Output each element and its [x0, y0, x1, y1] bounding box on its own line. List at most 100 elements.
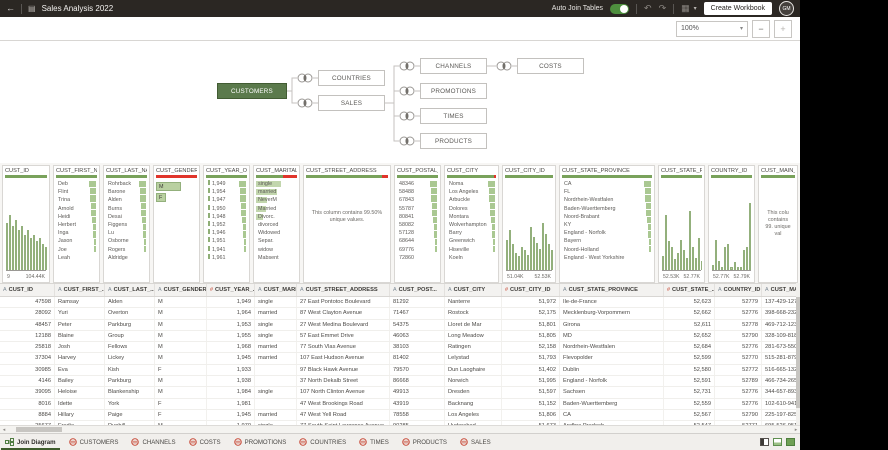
tab-join-diagram[interactable]: Join Diagram [1, 434, 60, 450]
diagram-node-channels[interactable]: CHANNELS [420, 58, 487, 74]
column-header-cust-gender[interactable]: A CUST_GENDER [155, 284, 207, 296]
create-workbook-button[interactable]: Create Workbook [703, 2, 772, 15]
profile-card-cust-state-province[interactable]: CUST_STATE_PROVINCE CA FL Nordrhein-Westfal… [559, 165, 655, 283]
table-row[interactable]: 8016 Idette York F 1,981 47 West Brookings Ro… [0, 398, 796, 410]
column-header-cust-first[interactable]: A CUST_FIRST_... [55, 284, 105, 296]
table-row[interactable]: 4146 Bailey Parkburg M 1,938 37 North Dekalb … [0, 376, 796, 388]
join-icon-channels-costs[interactable] [496, 61, 512, 71]
profile-card-cust-year-of[interactable]: CUST_YEAR_OF_...1,9491,9541,9471,9501,94… [203, 165, 250, 283]
table-cell: 51,805 [502, 330, 560, 342]
profile-card-cust-city-id[interactable]: CUST_CITY_ID 51.04K 52.53K [502, 165, 556, 283]
data-view-icon[interactable] [786, 438, 795, 446]
table-cell: Nanterre [445, 297, 502, 308]
undo-icon[interactable]: ↶ [644, 3, 652, 14]
profile-card-title: CUST_CITY_ID [505, 168, 545, 174]
scroll-left-icon[interactable]: ◂ [0, 427, 8, 433]
column-header-cust-city-id[interactable]: # CUST_CITY_ID [502, 284, 560, 296]
table-row[interactable]: 28092 Yuri Overton M 1,964 married 87 West Cla… [0, 308, 796, 320]
vertical-scrollbar[interactable] [796, 283, 800, 425]
column-header-cust-city[interactable]: A CUST_CITY [445, 284, 502, 296]
vertical-scrollbar-thumb[interactable] [796, 297, 800, 408]
list-value: Married [256, 205, 297, 213]
profile-card-cust-state-pr[interactable]: CUST_STATE_PR... 52.53K52.77K [658, 165, 705, 283]
zoom-out-button[interactable]: − [752, 19, 770, 38]
profile-card-cust-postal[interactable]: CUST_POSTAL_... 48346 58488678435578780841… [394, 165, 441, 283]
diagram-node-promotions[interactable]: PROMOTIONS [420, 83, 487, 99]
diagram-view-icon[interactable] [773, 438, 782, 446]
back-icon[interactable]: ← [6, 0, 15, 17]
join-icon-sales-times[interactable] [399, 111, 415, 121]
histogram [506, 194, 553, 271]
tab-customers[interactable]: CUSTOMERS [68, 434, 118, 450]
profile-card-country-id[interactable]: COUNTRY_ID 52.77K 52.79K [708, 165, 755, 283]
profile-card-cust-main[interactable]: CUST_MAIN_ This colu contains 99. unique … [758, 165, 798, 283]
tab-promotions[interactable]: PROMOTIONS [233, 434, 286, 450]
table-row[interactable]: 37304 Harvey Lickey M 1,945 married 107 East H… [0, 353, 796, 365]
save-dropdown-caret[interactable]: ▾ [694, 5, 697, 12]
redo-icon[interactable]: ↷ [659, 3, 667, 14]
tab-countries[interactable]: COUNTRIES [299, 434, 346, 450]
join-icon-customers-sales[interactable] [297, 98, 313, 108]
tab-label: Join Diagram [17, 438, 56, 446]
funnel-bar [143, 238, 146, 245]
profile-card-cust-last-na[interactable]: CUST_LAST_NA... Rohrback BaroneAldenBurnsD… [103, 165, 150, 283]
column-header-cust-state[interactable]: # CUST_STATE_... [664, 284, 715, 296]
profile-card-cust-id[interactable]: CUST_ID 9 104.44K [2, 165, 50, 283]
diagram-node-times[interactable]: TIMES [420, 108, 487, 124]
horizontal-scrollbar[interactable]: ◂ ▸ [0, 425, 800, 433]
join-icon-sales-channels[interactable] [399, 61, 415, 71]
diagram-node-countries[interactable]: COUNTRIES [318, 70, 385, 86]
column-header-cust-marit[interactable]: ACUST_MARIT... [255, 284, 297, 296]
join-icon-sales-products[interactable] [399, 136, 415, 146]
value-text: 1,941 [212, 246, 226, 253]
scroll-right-icon[interactable]: ▸ [792, 427, 800, 433]
list-value: divorced [256, 221, 297, 229]
value-text: Flint [58, 189, 69, 196]
split-view-icon[interactable] [760, 438, 769, 446]
table-row[interactable]: 39095 Heloise Blankenship M 1,984 single 107 N… [0, 387, 796, 399]
list-value: Widowed [256, 229, 297, 237]
profile-card-cust-street-address[interactable]: CUST_STREET_ADDRESS This column contains … [303, 165, 391, 283]
column-header-cust-year[interactable]: # CUST_YEAR_... [207, 284, 255, 296]
tab-products[interactable]: PRODUCTS [402, 434, 447, 450]
table-row[interactable]: 12188 Blaine Group M 1,955 single 57 East Emme… [0, 330, 796, 343]
user-avatar[interactable]: GM [779, 1, 794, 16]
diagram-node-sales[interactable]: SALES [318, 95, 385, 111]
profile-card-cust-first-n[interactable]: CUST_FIRST_N... Deb FlintTrinaArnoldHeidi H… [53, 165, 100, 283]
column-header-cust-state-province[interactable]: A CUST_STATE_PROVINCE [560, 284, 664, 296]
table-row[interactable]: 48457 Peter Parkburg M 1,953 single 27 West Me… [0, 319, 796, 331]
tab-channels[interactable]: CHANNELS [131, 434, 176, 450]
histogram-bar [730, 266, 733, 270]
table-row[interactable]: 47598 Ramsay Alden M 1,949 single 27 East Pont… [0, 297, 796, 309]
tab-label: CHANNELS [142, 438, 176, 446]
diagram-node-customers[interactable]: CUSTOMERS [217, 83, 287, 99]
tab-costs[interactable]: COSTS [188, 434, 221, 450]
column-header-cust-street-address[interactable]: A CUST_STREET_ADDRESS [297, 284, 390, 296]
profile-card-cust-city[interactable]: CUST_CITY Noma Los Angeles Arbuckle Dolores M… [444, 165, 499, 283]
table-row[interactable]: 8884 Hillary Paige F 1,945 married 47 West Yel… [0, 409, 796, 422]
column-header-country-id[interactable]: A COUNTRY_ID [715, 284, 762, 296]
zoom-in-button[interactable]: + [774, 19, 792, 38]
funnel-bar [644, 181, 651, 188]
join-icon-sales-promotions[interactable] [399, 86, 415, 96]
diagram-node-products[interactable]: PRODUCTS [420, 133, 487, 149]
column-header-cust-post[interactable]: A CUST_POST... [390, 284, 445, 296]
histogram [662, 194, 702, 271]
table-row[interactable]: 30985 Eva Kish F 1,933 97 Black Hawk Avenue 79… [0, 364, 796, 377]
column-header-cust-last[interactable]: A CUST_LAST_... [105, 284, 155, 296]
value-text: Aldridge [108, 254, 128, 261]
diagram-node-costs[interactable]: COSTS [517, 58, 584, 74]
auto-join-toggle[interactable] [610, 3, 630, 14]
dataset-icon [233, 438, 242, 446]
horizontal-scrollbar-thumb[interactable] [16, 427, 62, 432]
save-icon[interactable]: ▦ [681, 3, 690, 14]
profile-card-cust-gender[interactable]: CUST_GENDER M F [153, 165, 200, 283]
column-header-cust-id[interactable]: A CUST_ID [0, 284, 55, 296]
join-icon-customers-countries[interactable] [297, 73, 313, 83]
tab-sales[interactable]: SALES [460, 434, 491, 450]
tab-times[interactable]: TIMES [359, 434, 389, 450]
column-header-cust-mai[interactable]: ACUST_MAI... [762, 284, 796, 296]
profile-card-cust-marital[interactable]: CUST_MARITAL...single marriedNeverMMarrie… [253, 165, 300, 283]
zoom-level-select[interactable]: 100% ▾ [676, 20, 748, 37]
table-row[interactable]: 25818 Josh Fellows M 1,968 married 77 South Vl… [0, 342, 796, 354]
